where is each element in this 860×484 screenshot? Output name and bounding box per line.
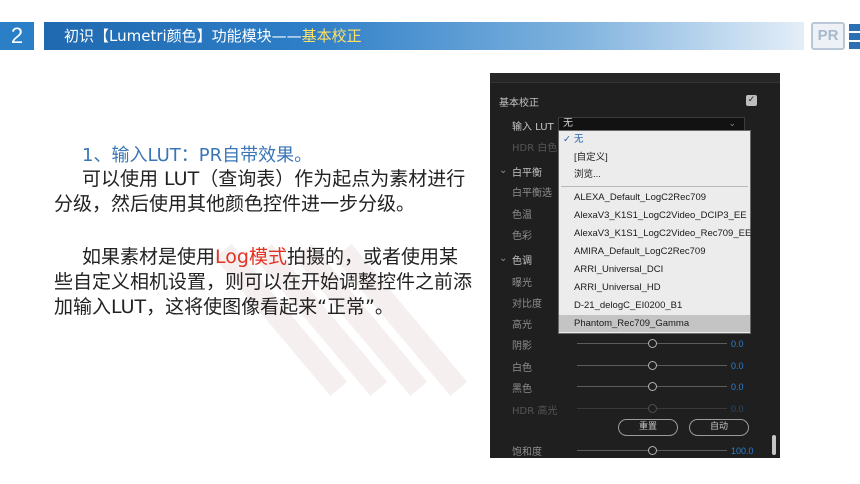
auto-button[interactable]: 自动 (689, 419, 749, 436)
dropdown-item-lut[interactable]: AlexaV3_K1S1_LogC2Video_Rec709_EE (559, 225, 751, 242)
dropdown-separator (561, 186, 748, 187)
dropdown-item-lut[interactable]: AlexaV3_K1S1_LogC2Video_DCIP3_EE (559, 207, 750, 224)
tint-label: 色彩 (512, 231, 532, 242)
shadows-slider-knob[interactable] (648, 339, 657, 348)
contrast-label: 对比度 (512, 299, 542, 310)
whites-label: 白色 (512, 363, 532, 374)
dropdown-item-lut[interactable]: ARRI_Universal_DCI (559, 261, 750, 278)
hdr-specular-value: 0.0 (731, 404, 744, 414)
whites-value[interactable]: 0.0 (731, 361, 744, 371)
paragraph-text: 如果素材是使用 (82, 246, 216, 268)
dropdown-item-lut[interactable]: D-21_delogC_EI0200_B1 (559, 297, 750, 314)
dropdown-item-lut-hovered[interactable]: Phantom_Rec709_Gamma (559, 315, 750, 332)
panel-top-strip (490, 73, 780, 83)
wb-selector-label: 白平衡选 (512, 188, 552, 199)
input-lut-label: 输入 LUT (512, 122, 554, 133)
input-lut-select[interactable]: 无 ⌄ (558, 117, 745, 131)
blacks-value[interactable]: 0.0 (731, 382, 744, 392)
blacks-label: 黑色 (512, 384, 532, 395)
slide-title-highlight: 基本校正 (301, 27, 362, 45)
highlights-label: 高光 (512, 320, 532, 331)
tone-label[interactable]: 色调 (512, 252, 532, 267)
slide-title-bar: 初识【Lumetri颜色】功能模块——基本校正 (44, 22, 804, 50)
exposure-label: 曝光 (512, 278, 532, 289)
slide-title: 初识【Lumetri颜色】功能模块—— (64, 27, 302, 45)
panel-scrollbar[interactable] (772, 435, 776, 455)
hdr-specular-label: HDR 高光 (512, 406, 558, 417)
input-lut-value: 无 (563, 118, 573, 129)
shadows-label: 阴影 (512, 341, 532, 352)
logo-stripe (849, 33, 860, 40)
reset-button[interactable]: 重置 (618, 419, 678, 436)
content-heading: 1、输入LUT：PR自带效果。 (82, 145, 313, 166)
dropdown-item-lut[interactable]: ARRI_Universal_HD (559, 279, 750, 296)
hdr-specular-slider-knob (648, 404, 657, 413)
dropdown-item-label: 无 (574, 134, 584, 145)
slide-number: 2 (0, 22, 34, 50)
dropdown-item-none[interactable]: ✓ 无 (559, 131, 750, 148)
temperature-label: 色温 (512, 210, 532, 221)
section-title[interactable]: 基本校正 (499, 94, 539, 109)
dropdown-item-browse[interactable]: 浏览... (559, 166, 750, 183)
section-enable-checkbox[interactable]: ✓ (746, 95, 757, 106)
dropdown-item-lut[interactable]: ALEXA_Default_LogC2Rec709 (559, 189, 750, 206)
checkmark-icon: ✓ (563, 134, 571, 145)
chevron-down-icon[interactable]: ⌄ (499, 253, 507, 264)
logo-stripe (849, 24, 860, 31)
hdr-white-label: HDR 白色 (512, 143, 558, 154)
saturation-slider-knob[interactable] (648, 446, 657, 455)
chevron-down-icon[interactable]: ⌄ (499, 165, 507, 176)
white-balance-label[interactable]: 白平衡 (512, 164, 542, 179)
input-lut-dropdown-list: ✓ 无 [自定义] 浏览... ALEXA_Default_LogC2Rec709… (558, 130, 751, 334)
saturation-label: 饱和度 (512, 447, 542, 458)
saturation-value[interactable]: 100.0 (731, 446, 754, 456)
log-mode-highlight: Log模式 (215, 246, 287, 268)
lumetri-basic-correction-panel: 基本校正 ✓ 输入 LUT 无 ⌄ HDR 白色 ⌄ 白平衡 白平衡选 色温 色彩… (490, 73, 780, 458)
content-paragraph-1: 可以使用 LUT（查询表）作为起点为素材进行分级，然后使用其他颜色控件进一步分级… (54, 168, 466, 215)
dropdown-item-lut[interactable]: AMIRA_Default_LogC2Rec709 (559, 243, 750, 260)
logo-stripe (849, 42, 860, 49)
whites-slider-knob[interactable] (648, 361, 657, 370)
content-paragraph-2: 如果素材是使用Log模式拍摄的，或者使用某些自定义相机设置，则可以在开始调整控件… (54, 245, 472, 320)
chevron-down-icon: ⌄ (728, 119, 736, 129)
premiere-logo: PR (811, 22, 845, 50)
blacks-slider-knob[interactable] (648, 382, 657, 391)
dropdown-item-custom[interactable]: [自定义] (559, 149, 750, 166)
shadows-value[interactable]: 0.0 (731, 339, 744, 349)
